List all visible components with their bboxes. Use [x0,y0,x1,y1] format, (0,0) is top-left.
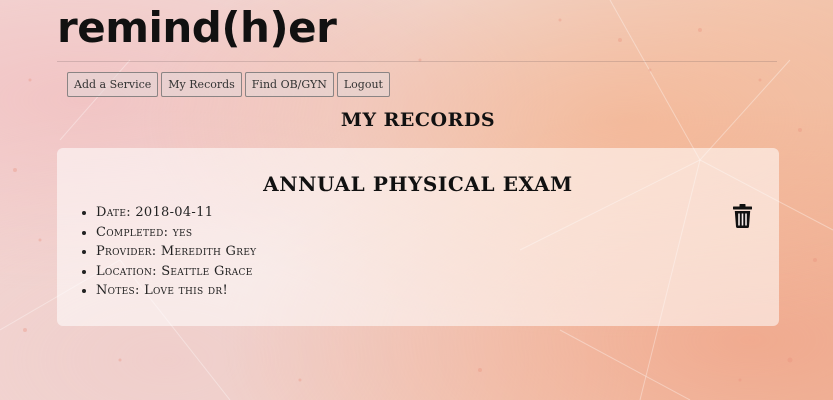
add-service-button[interactable]: Add a Service [67,72,159,97]
app-logo[interactable]: remind(h)er [57,4,337,52]
my-records-button[interactable]: My Records [161,72,242,97]
record-notes: Notes: Love this dr! [96,281,256,301]
record-location: Location: Seattle Grace [96,262,256,282]
record-completed: Completed: yes [96,223,256,243]
main-nav: Add a Service My Records Find OB/GYN Log… [67,72,390,97]
logout-button[interactable]: Logout [336,72,390,97]
find-obgyn-button[interactable]: Find OB/GYN [244,72,334,97]
record-date: Date: 2018-04-11 [96,203,256,223]
header-divider [57,61,777,62]
page-title: MY RECORDS [340,109,496,131]
trash-icon[interactable] [733,204,752,228]
record-details-list: Date: 2018-04-11 Completed: yes Provider… [76,203,256,301]
record-title: ANNUAL PHYSICAL EXAM [263,172,573,196]
record-card: ANNUAL PHYSICAL EXAM Date: 2018-04-11 Co… [57,148,779,326]
record-provider: Provider: Meredith Grey [96,242,256,262]
